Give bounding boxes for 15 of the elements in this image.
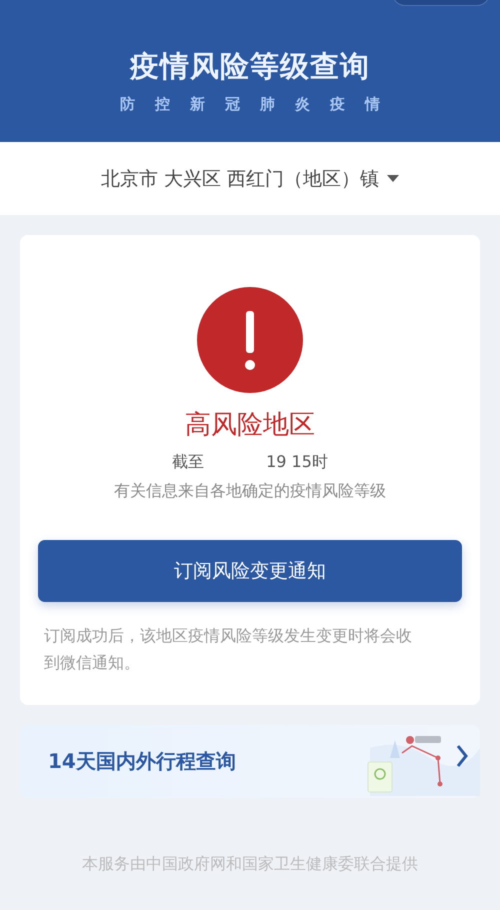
page-title: 疫情风险等级查询 xyxy=(130,48,370,85)
date-label: 截至 xyxy=(172,452,204,473)
warning-icon xyxy=(197,287,303,393)
subscribe-button[interactable]: 订阅风险变更通知 xyxy=(38,540,462,602)
trip-label: 14天国内外行程查询 xyxy=(48,748,237,775)
footer-text: 本服务由中国政府网和国家卫生健康委联合提供 xyxy=(81,854,419,875)
trip-query-card[interactable]: 14天国内外行程查询 xyxy=(20,725,480,798)
page-subtitle: 防控新冠肺炎疫情 xyxy=(120,95,400,114)
risk-level: 高风险地区 xyxy=(185,409,315,442)
location-selector[interactable]: 北京市 大兴区 西红门（地区）镇 xyxy=(0,142,500,215)
source-note: 有关信息来自各地确定的疫情风险等级 xyxy=(114,481,386,502)
location-text: 北京市 大兴区 西红门（地区）镇 xyxy=(100,166,380,192)
date-time: 19 15时 xyxy=(266,452,328,473)
caret-icon xyxy=(387,174,400,182)
subscribe-note: 订阅成功后，该地区疫情风险等级发生变更时将会收到微信通知。 xyxy=(44,625,413,674)
